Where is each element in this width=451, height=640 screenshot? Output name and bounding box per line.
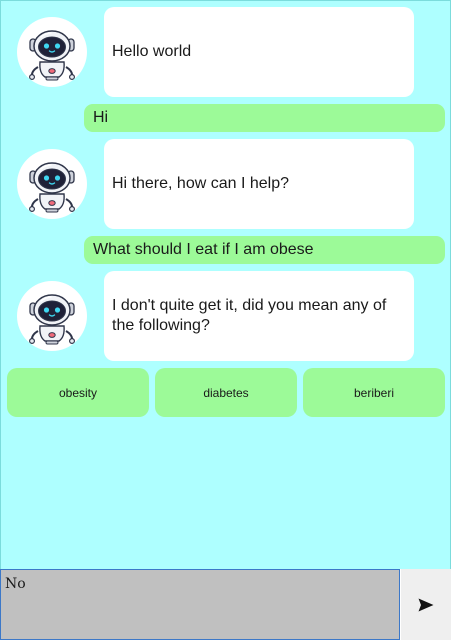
suggestion-label: obesity	[58, 385, 98, 400]
chat-window: Hello world Hi Hi there, how can I help?…	[0, 0, 451, 640]
suggestion-button-diabetes[interactable]: diabetes	[155, 368, 297, 417]
robot-avatar-icon	[17, 17, 87, 87]
user-message-text: Hi	[93, 109, 109, 126]
send-button[interactable]	[401, 569, 451, 640]
message-input[interactable]: No	[0, 569, 400, 640]
bot-message: Hello world	[104, 7, 414, 97]
user-message-text: What should I eat if I am obese	[93, 241, 314, 258]
suggestion-label: diabetes	[203, 385, 249, 400]
bot-message: Hi there, how can I help?	[104, 139, 414, 229]
suggestion-button-beriberi[interactable]: beriberi	[303, 368, 445, 417]
robot-avatar-icon	[17, 149, 87, 219]
user-message: Hi	[84, 104, 445, 132]
message-input-bar: No	[0, 569, 451, 640]
robot-avatar-icon	[17, 281, 87, 351]
suggestion-label: beriberi	[353, 385, 395, 400]
suggestion-button-obesity[interactable]: obesity	[7, 368, 149, 417]
chat-history[interactable]: Hello world Hi Hi there, how can I help?…	[0, 0, 451, 569]
bot-message-text: Hello world	[112, 43, 192, 60]
send-arrow-icon	[418, 598, 434, 611]
bot-message-text: I don't quite get it, did you mean any o…	[112, 297, 387, 334]
bot-message: I don't quite get it, did you mean any o…	[104, 271, 414, 361]
suggestion-buttons: obesity diabetes beriberi	[7, 368, 445, 417]
user-message: What should I eat if I am obese	[84, 236, 445, 264]
bot-message-text: Hi there, how can I help?	[112, 175, 289, 192]
